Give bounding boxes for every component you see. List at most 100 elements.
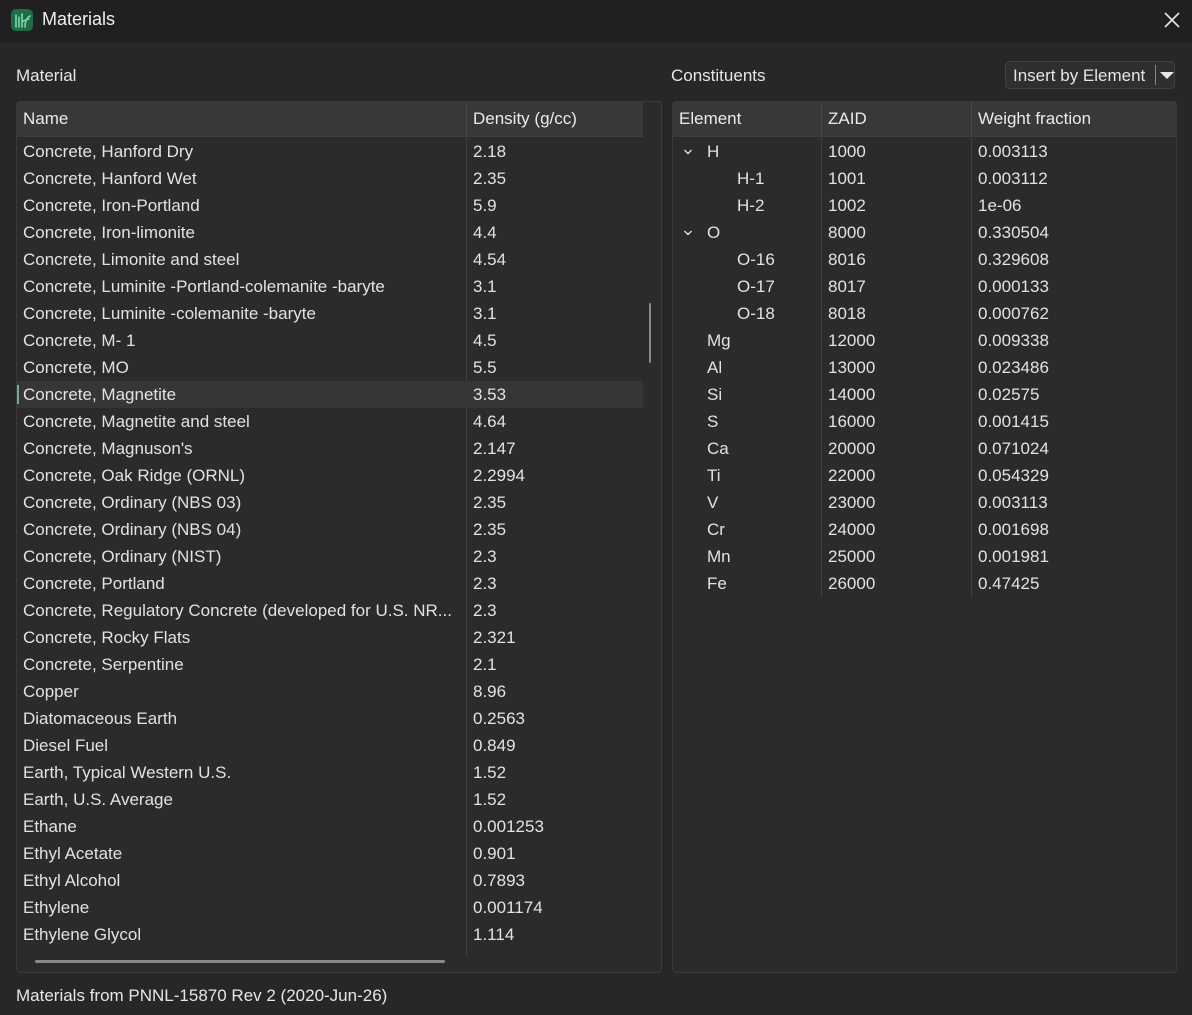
horizontal-scrollbar[interactable]	[35, 960, 445, 963]
tree-row[interactable]: Mn 25000 0.001981	[673, 543, 1176, 570]
zaid-cell: 8000	[828, 223, 866, 242]
table-row[interactable]: Ethane 0.001253	[17, 813, 643, 840]
insert-by-element-dropdown[interactable]: Insert by Element	[1005, 61, 1175, 89]
column-header-density[interactable]: Density (g/cc)	[467, 102, 643, 137]
table-row[interactable]: Concrete, Ordinary (NBS 04) 2.35	[17, 516, 643, 543]
weight-fraction-cell: 0.009338	[978, 331, 1049, 350]
table-row[interactable]: Concrete, Magnetite 3.53	[17, 381, 643, 408]
material-name-cell: Concrete, M- 1	[23, 331, 136, 350]
column-header-element[interactable]: Element	[673, 102, 822, 137]
element-cell: Al	[707, 358, 723, 377]
table-row[interactable]: Ethylene 0.001174	[17, 894, 643, 921]
material-density-cell: 2.3	[473, 547, 497, 566]
zaid-cell: 26000	[828, 574, 876, 593]
table-row[interactable]: Ethyl Alcohol 0.7893	[17, 867, 643, 894]
element-cell: S	[707, 412, 719, 431]
tree-row[interactable]: Fe 26000 0.47425	[673, 570, 1176, 597]
material-density-cell: 2.2994	[473, 466, 525, 485]
weight-fraction-cell: 0.054329	[978, 466, 1049, 485]
material-density-cell: 0.001253	[473, 817, 544, 836]
table-row[interactable]: Copper 8.96	[17, 678, 643, 705]
table-row[interactable]: Concrete, Luminite -colemanite -baryte 3.…	[17, 300, 643, 327]
table-row[interactable]: Diatomaceous Earth 0.2563	[17, 705, 643, 732]
tree-row[interactable]: Cr 24000 0.001698	[673, 516, 1176, 543]
table-row[interactable]: Concrete, Magnetite and steel 4.64	[17, 408, 643, 435]
tree-row[interactable]: S 16000 0.001415	[673, 408, 1176, 435]
table-row[interactable]: Concrete, Iron-Portland 5.9	[17, 192, 643, 219]
zaid-cell: 24000	[828, 520, 876, 539]
insert-by-element-label: Insert by Element	[1013, 66, 1146, 85]
material-density-cell: 2.35	[473, 169, 507, 188]
tree-row[interactable]: V 23000 0.003113	[673, 489, 1176, 516]
column-header-weight-fraction[interactable]: Weight fraction	[972, 102, 1176, 137]
tree-row[interactable]: Ca 20000 0.071024	[673, 435, 1176, 462]
table-row[interactable]: Concrete, Regulatory Concrete (developed…	[17, 597, 643, 624]
tree-row[interactable]: O-16 8016 0.329608	[673, 246, 1176, 273]
table-row[interactable]: Concrete, MO 5.5	[17, 354, 643, 381]
tree-row[interactable]: O 8000 0.330504	[673, 219, 1176, 246]
table-row[interactable]: Concrete, Serpentine 2.1	[17, 651, 643, 678]
material-name-cell: Ethylene	[23, 898, 90, 917]
table-row[interactable]: Concrete, Rocky Flats 2.321	[17, 624, 643, 651]
tree-row[interactable]: H-2 1002 1e-06	[673, 192, 1176, 219]
table-row[interactable]: Ethylene Glycol 1.114	[17, 921, 643, 948]
table-row[interactable]: Concrete, M- 1 4.5	[17, 327, 643, 354]
element-cell: Ca	[707, 439, 729, 458]
constituents-table[interactable]: Element ZAID Weight fraction H 1000 0.0031…	[672, 101, 1177, 973]
vertical-scrollbar[interactable]	[649, 303, 651, 363]
table-row[interactable]: Concrete, Luminite -Portland-colemanite …	[17, 273, 643, 300]
element-cell: Fe	[707, 574, 727, 593]
tree-row[interactable]: H-1 1001 0.003112	[673, 165, 1176, 192]
table-row[interactable]: Concrete, Magnuson's 2.147	[17, 435, 643, 462]
table-row[interactable]: Concrete, Portland 2.3	[17, 570, 643, 597]
material-density-cell: 0.849	[473, 736, 516, 755]
chevron-down-icon[interactable]	[683, 147, 693, 157]
material-density-cell: 0.2563	[473, 709, 525, 728]
zaid-cell: 8016	[828, 250, 866, 269]
close-button[interactable]	[1152, 0, 1192, 40]
material-density-cell: 2.35	[473, 520, 507, 539]
material-density-cell: 5.5	[473, 358, 497, 377]
zaid-cell: 20000	[828, 439, 876, 458]
table-row[interactable]: Diesel Fuel 0.849	[17, 732, 643, 759]
material-density-cell: 2.321	[473, 628, 516, 647]
table-row[interactable]: Concrete, Ordinary (NIST) 2.3	[17, 543, 643, 570]
weight-fraction-cell: 0.001415	[978, 412, 1049, 431]
table-row[interactable]: Concrete, Iron-limonite 4.4	[17, 219, 643, 246]
tree-row[interactable]: Al 13000 0.023486	[673, 354, 1176, 381]
tree-row[interactable]: O-17 8017 0.000133	[673, 273, 1176, 300]
material-name-cell: Ethylene Glycol	[23, 925, 142, 944]
zaid-cell: 1000	[828, 142, 866, 161]
selection-indicator	[17, 385, 19, 404]
table-row[interactable]: Concrete, Hanford Wet 2.35	[17, 165, 643, 192]
tree-row[interactable]: O-18 8018 0.000762	[673, 300, 1176, 327]
chevron-down-icon[interactable]	[1160, 72, 1174, 79]
element-cell: Si	[707, 385, 723, 404]
table-row[interactable]: Earth, U.S. Average 1.52	[17, 786, 643, 813]
material-name-cell: Concrete, Magnetite	[23, 385, 177, 404]
material-density-cell: 4.5	[473, 331, 497, 350]
material-name-cell: Concrete, Ordinary (NIST)	[23, 547, 222, 566]
column-header-zaid[interactable]: ZAID	[822, 102, 972, 137]
tree-row[interactable]: Mg 12000 0.009338	[673, 327, 1176, 354]
material-table[interactable]: Name Density (g/cc) Concrete, Hanford Dr…	[16, 101, 662, 973]
chevron-down-icon[interactable]	[683, 228, 693, 238]
table-row[interactable]: Ethyl Acetate 0.901	[17, 840, 643, 867]
material-density-cell: 0.001174	[473, 898, 543, 917]
material-density-cell: 1.114	[473, 925, 515, 944]
material-name-cell: Concrete, Luminite -Portland-colemanite …	[23, 277, 385, 296]
tree-row[interactable]: Ti 22000 0.054329	[673, 462, 1176, 489]
tree-row[interactable]: Si 14000 0.02575	[673, 381, 1176, 408]
material-name-cell: Diesel Fuel	[23, 736, 109, 755]
material-density-cell: 1.52	[473, 763, 507, 782]
table-row[interactable]: Concrete, Ordinary (NBS 03) 2.35	[17, 489, 643, 516]
table-row[interactable]: Concrete, Oak Ridge (ORNL) 2.2994	[17, 462, 643, 489]
table-row[interactable]: Concrete, Limonite and steel 4.54	[17, 246, 643, 273]
table-row[interactable]: Concrete, Hanford Dry 2.18	[17, 138, 643, 165]
table-row[interactable]: Earth, Typical Western U.S. 1.52	[17, 759, 643, 786]
tree-row[interactable]: H 1000 0.003113	[673, 138, 1176, 165]
material-name-cell: Concrete, Regulatory Concrete (developed…	[23, 601, 452, 620]
column-header-name[interactable]: Name	[17, 102, 467, 137]
element-cell: Ti	[707, 466, 721, 485]
element-cell: Cr	[707, 520, 725, 539]
